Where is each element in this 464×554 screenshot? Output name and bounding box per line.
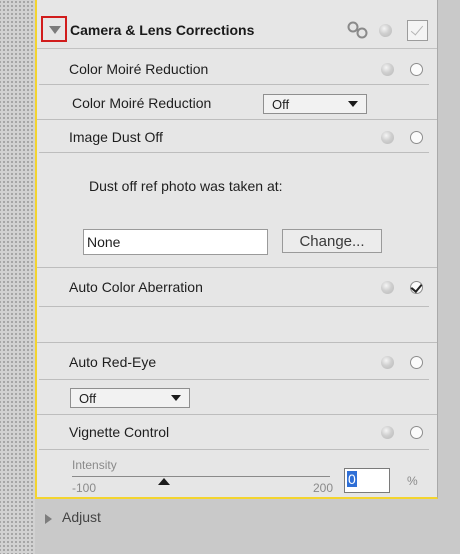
image-dust-off-label: Image Dust Off	[69, 129, 163, 145]
color-moire-select-value: Off	[272, 97, 290, 112]
divider	[39, 379, 429, 380]
image-dust-off-radio[interactable]	[410, 131, 423, 144]
auto-red-eye-select[interactable]: Off	[70, 388, 190, 408]
auto-red-eye-radio[interactable]	[410, 356, 423, 369]
change-button[interactable]: Change...	[282, 229, 382, 253]
camera-lens-corrections-panel: Camera & Lens Corrections Color Moiré Re…	[35, 0, 438, 499]
divider	[39, 152, 429, 153]
palette-container: Camera & Lens Corrections Color Moiré Re…	[35, 0, 460, 554]
image-dust-off-status-dot-icon[interactable]	[381, 131, 394, 144]
triangle-right-icon[interactable]	[45, 514, 52, 524]
panel-enable-checkbox[interactable]	[407, 20, 428, 41]
color-moire-select[interactable]: Off	[263, 94, 367, 114]
auto-color-aberration-radio[interactable]	[410, 281, 423, 294]
intensity-slider-thumb[interactable]	[158, 478, 170, 485]
intensity-value-input[interactable]: 0	[344, 468, 390, 493]
vignette-radio[interactable]	[410, 426, 423, 439]
change-button-label: Change...	[299, 233, 365, 250]
color-moire-radio[interactable]	[410, 63, 423, 76]
chevron-down-icon	[171, 395, 181, 401]
vignette-status-dot-icon[interactable]	[381, 426, 394, 439]
panel-header: Camera & Lens Corrections	[37, 12, 437, 49]
dust-off-ref-text: Dust off ref photo was taken at:	[89, 178, 283, 194]
panel-status-dot-icon[interactable]	[379, 24, 392, 37]
divider	[39, 449, 429, 450]
intensity-slider-track[interactable]	[72, 476, 330, 477]
intensity-label: Intensity	[72, 458, 117, 472]
auto-color-aberration-status-dot-icon[interactable]	[381, 281, 394, 294]
section-divider	[37, 414, 437, 415]
section-divider	[37, 267, 437, 268]
link-icon[interactable]	[346, 21, 370, 39]
auto-red-eye-label: Auto Red-Eye	[69, 354, 157, 370]
adjust-panel-label[interactable]: Adjust	[62, 509, 101, 525]
intensity-min-label: -100	[72, 481, 97, 495]
intensity-unit-label: %	[407, 474, 418, 488]
dust-off-ref-field[interactable]: None	[83, 229, 268, 255]
section-divider	[37, 342, 437, 343]
color-moire-header-label: Color Moiré Reduction	[69, 61, 209, 77]
auto-red-eye-status-dot-icon[interactable]	[381, 356, 394, 369]
collapse-toggle-button[interactable]	[41, 16, 67, 42]
auto-color-aberration-label: Auto Color Aberration	[69, 279, 203, 295]
dust-off-ref-value: None	[87, 234, 121, 250]
divider	[39, 306, 429, 307]
divider	[39, 84, 429, 85]
color-moire-field-label: Color Moiré Reduction	[72, 95, 212, 111]
intensity-max-label: 200	[313, 481, 334, 495]
chevron-down-icon	[348, 101, 358, 107]
section-divider	[37, 119, 437, 120]
triangle-down-icon	[49, 26, 61, 34]
auto-red-eye-select-value: Off	[79, 391, 97, 406]
intensity-value-text: 0	[347, 471, 357, 487]
color-moire-status-dot-icon[interactable]	[381, 63, 394, 76]
vignette-control-label: Vignette Control	[69, 424, 170, 440]
panel-title: Camera & Lens Corrections	[70, 22, 255, 38]
panel-drag-grip[interactable]	[0, 0, 35, 554]
